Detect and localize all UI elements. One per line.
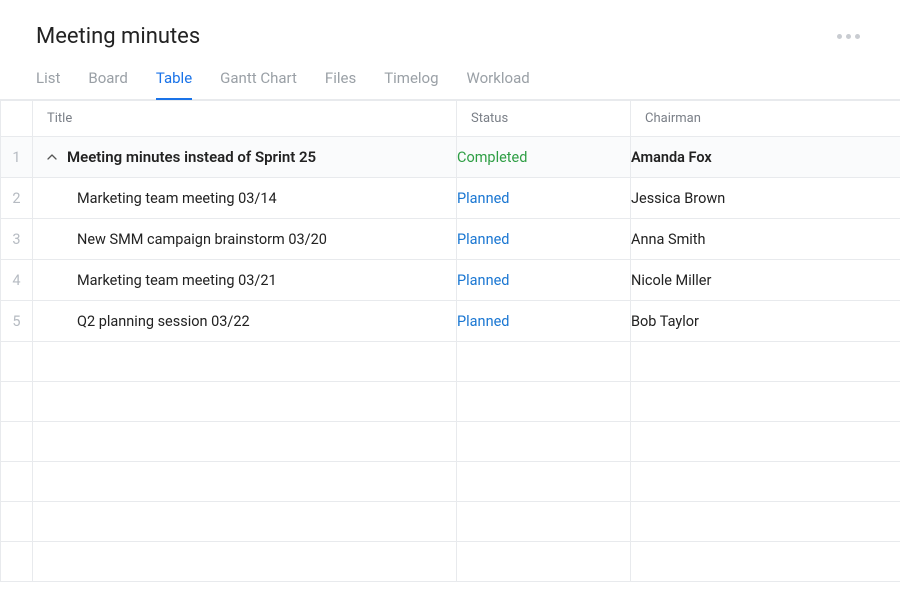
more-dots-icon — [837, 34, 842, 39]
row-title-cell[interactable]: Marketing team meeting 03/14 — [33, 178, 456, 218]
status-badge[interactable]: Planned — [457, 231, 509, 248]
row-title: Meeting minutes instead of Sprint 25 — [67, 148, 316, 166]
row-number: 1 — [1, 137, 33, 178]
more-dots-icon — [846, 34, 851, 39]
tab-table[interactable]: Table — [156, 69, 192, 99]
more-dots-icon — [855, 34, 860, 39]
status-badge[interactable]: Planned — [457, 190, 509, 207]
chairman-cell[interactable]: Anna Smith — [631, 219, 900, 260]
status-badge[interactable]: Planned — [457, 313, 509, 330]
table-row-empty[interactable] — [1, 342, 900, 382]
tab-timelog[interactable]: Timelog — [384, 69, 438, 99]
table-row-empty[interactable] — [1, 382, 900, 422]
row-number: 4 — [1, 260, 33, 301]
table-row[interactable]: 4 Marketing team meeting 03/21 Planned N… — [1, 260, 900, 301]
column-header-rownum — [1, 101, 33, 137]
row-title-cell[interactable]: Meeting minutes instead of Sprint 25 — [33, 137, 456, 177]
page-title: Meeting minutes — [36, 24, 200, 49]
table-row[interactable]: 3 New SMM campaign brainstorm 03/20 Plan… — [1, 219, 900, 260]
row-number: 5 — [1, 301, 33, 342]
column-header-title[interactable]: Title — [33, 101, 457, 137]
chairman-cell[interactable]: Amanda Fox — [631, 137, 900, 178]
row-title: New SMM campaign brainstorm 03/20 — [77, 231, 327, 248]
table-row[interactable]: 5 Q2 planning session 03/22 Planned Bob … — [1, 301, 900, 342]
table-row-empty[interactable] — [1, 462, 900, 502]
tab-files[interactable]: Files — [325, 69, 356, 99]
status-badge[interactable]: Planned — [457, 272, 509, 289]
tab-workload[interactable]: Workload — [467, 69, 530, 99]
tabs-bar: List Board Table Gantt Chart Files Timel… — [0, 57, 900, 100]
chairman-cell[interactable]: Jessica Brown — [631, 178, 900, 219]
column-header-status[interactable]: Status — [457, 101, 631, 137]
page-root: { "header": { "title": "Meeting minutes"… — [0, 0, 900, 609]
row-title-cell[interactable]: New SMM campaign brainstorm 03/20 — [33, 219, 456, 259]
tab-board[interactable]: Board — [88, 69, 127, 99]
table-row-empty[interactable] — [1, 422, 900, 462]
chevron-up-icon[interactable] — [47, 152, 57, 162]
chairman-cell[interactable]: Nicole Miller — [631, 260, 900, 301]
status-badge[interactable]: Completed — [457, 149, 527, 166]
row-title: Marketing team meeting 03/21 — [77, 272, 277, 289]
table-row[interactable]: 2 Marketing team meeting 03/14 Planned J… — [1, 178, 900, 219]
row-title-cell[interactable]: Q2 planning session 03/22 — [33, 301, 456, 341]
header: Meeting minutes — [0, 0, 900, 57]
column-header-chairman[interactable]: Chairman — [631, 101, 900, 137]
row-number: 3 — [1, 219, 33, 260]
more-menu-button[interactable] — [833, 30, 864, 43]
chairman-cell[interactable]: Bob Taylor — [631, 301, 900, 342]
tab-gantt-chart[interactable]: Gantt Chart — [220, 69, 297, 99]
row-title: Marketing team meeting 03/14 — [77, 190, 277, 207]
table-header-row: Title Status Chairman — [1, 101, 900, 137]
row-number: 2 — [1, 178, 33, 219]
row-title: Q2 planning session 03/22 — [77, 313, 250, 330]
row-title-cell[interactable]: Marketing team meeting 03/21 — [33, 260, 456, 300]
table-row-empty[interactable] — [1, 542, 900, 582]
table-row-empty[interactable] — [1, 502, 900, 542]
data-table: Title Status Chairman 1 Meeting minutes … — [0, 100, 900, 582]
tab-list[interactable]: List — [36, 69, 60, 99]
table-row[interactable]: 1 Meeting minutes instead of Sprint 25 C… — [1, 137, 900, 178]
